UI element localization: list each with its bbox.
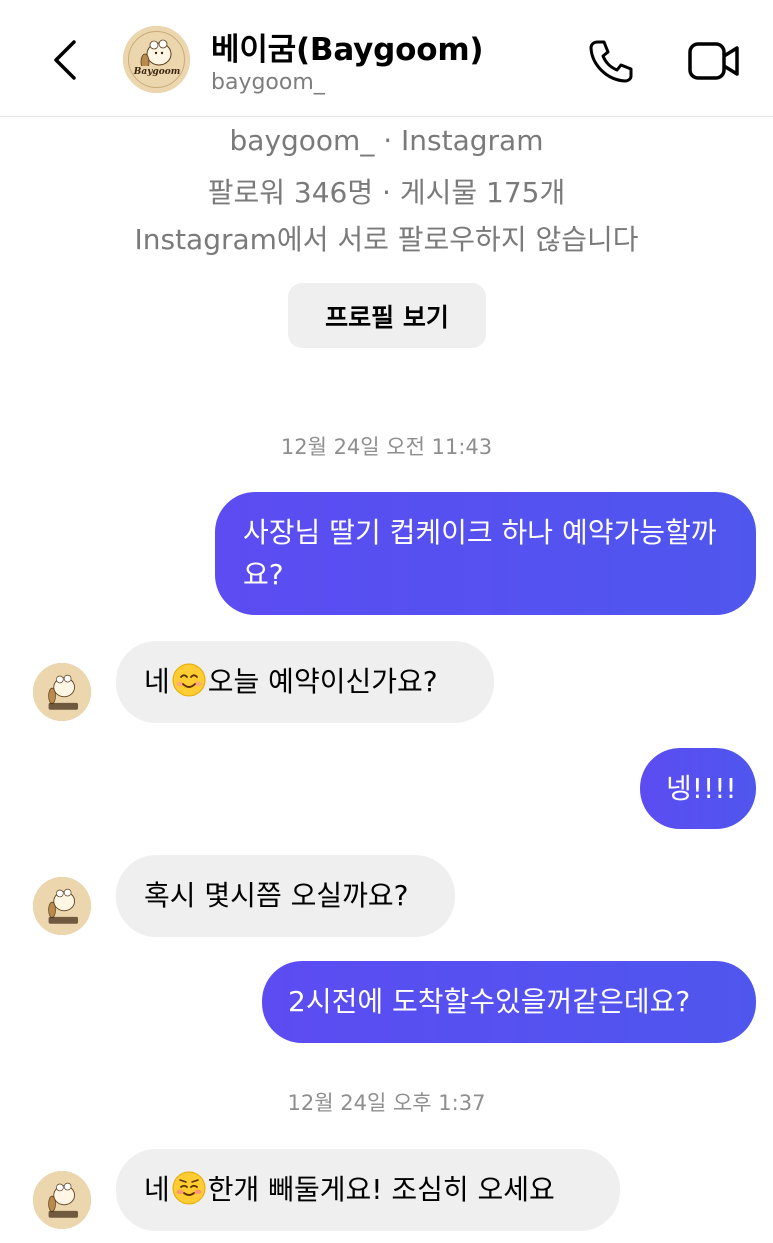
received-message[interactable]: 네 한개 빼둘게요! 조심히 오세요 — [116, 1149, 620, 1231]
chevron-left-icon — [54, 40, 76, 80]
message-text: 오늘 예약이신가요? — [207, 665, 438, 698]
message-text: 혹시 몇시쯤 오실까요? — [144, 879, 409, 912]
message-text: 한개 빼둘게요! 조심히 오세요 — [207, 1173, 555, 1206]
avatar[interactable] — [33, 663, 91, 721]
message-prefix: 네 — [144, 665, 170, 698]
back-button[interactable] — [40, 35, 90, 85]
contact-username: baygoom_ — [211, 70, 325, 95]
avatar[interactable] — [33, 1171, 91, 1229]
sent-message[interactable]: 넹!!!! — [640, 748, 756, 829]
message-text: 사장님 딸기 컵케이크 하나 예약가능할까요? — [243, 516, 717, 591]
baygoom-logo-icon — [123, 26, 190, 93]
avatar-label: Baygoom — [133, 67, 181, 77]
baygoom-logo-icon — [33, 877, 91, 935]
video-call-button[interactable] — [684, 36, 744, 86]
profile-handle-line: baygoom_ · Instagram — [229, 124, 544, 157]
contact-name: 베이굼(Baygoom) — [211, 32, 484, 68]
message-text: 2시전에 도착할수있을꺼같은데요? — [288, 985, 691, 1018]
sent-message[interactable]: 사장님 딸기 컵케이크 하나 예약가능할까요? — [215, 492, 756, 615]
sent-message[interactable]: 2시전에 도착할수있을꺼같은데요? — [262, 961, 756, 1043]
message-prefix: 네 — [144, 1173, 170, 1206]
received-message[interactable]: 네 오늘 예약이신가요? — [116, 641, 494, 723]
message-text: 넹!!!! — [666, 772, 737, 805]
relieved-face-icon — [172, 1171, 206, 1205]
phone-icon — [589, 40, 633, 83]
timestamp: 12월 24일 오후 1:37 — [287, 1091, 486, 1115]
baygoom-logo-icon — [33, 663, 91, 721]
avatar[interactable] — [33, 877, 91, 935]
view-profile-button[interactable]: 프로필 보기 — [288, 283, 486, 348]
profile-stats-line: 팔로워 346명 · 게시물 175개 — [207, 176, 566, 209]
received-message[interactable]: 혹시 몇시쯤 오실까요? — [116, 855, 455, 937]
video-camera-icon — [688, 42, 739, 80]
follow-status-line: Instagram에서 서로 팔로우하지 않습니다 — [134, 223, 639, 256]
chat-header: Baygoom 베이굼(Baygoom) baygoom_ — [0, 0, 773, 117]
timestamp: 12월 24일 오전 11:43 — [280, 435, 493, 459]
baygoom-logo-icon — [33, 1171, 91, 1229]
call-button[interactable] — [585, 36, 637, 86]
smiling-face-icon — [172, 663, 206, 697]
avatar[interactable] — [123, 26, 190, 93]
